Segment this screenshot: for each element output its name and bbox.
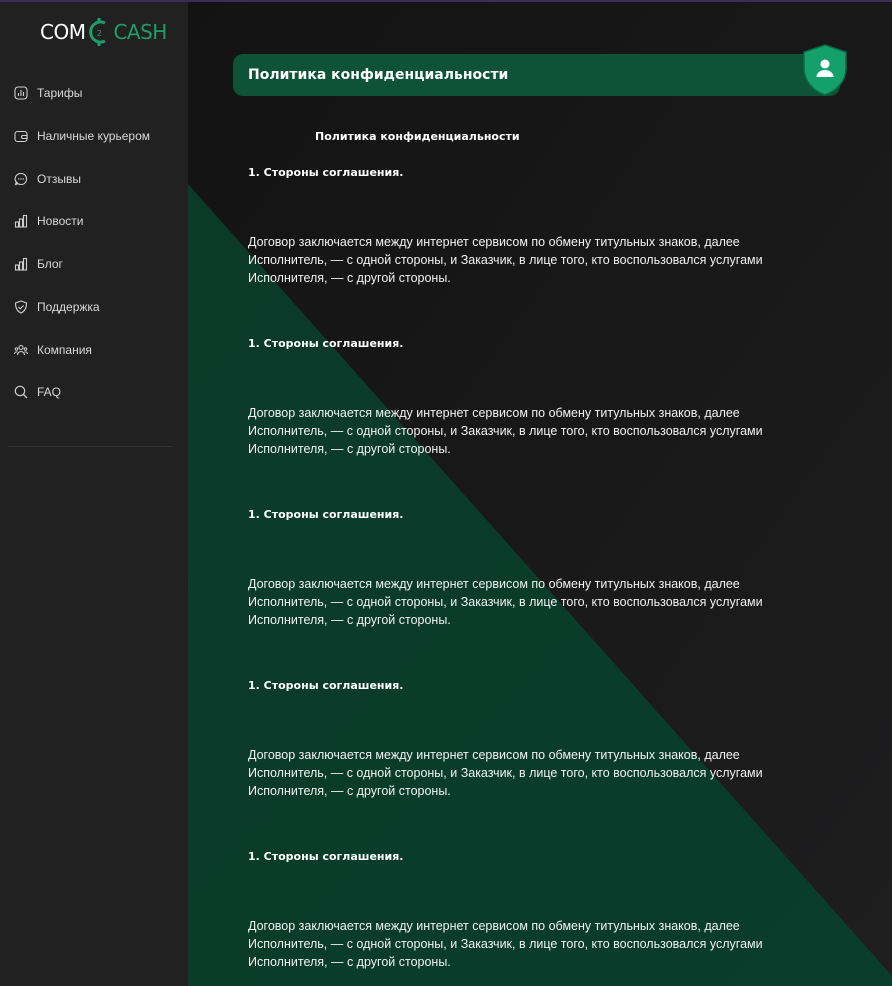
page-title-bar: Политика конфиденциальности — [233, 54, 840, 96]
sidebar-item-label: Блог — [37, 257, 63, 271]
logo-coin-icon: 2 — [89, 18, 107, 46]
sidebar-item-tariffs[interactable]: Тарифы — [14, 82, 179, 104]
sidebar-item-label: Компания — [37, 343, 92, 357]
sidebar-item-label: FAQ — [37, 385, 62, 399]
sidebar-item-label: Тарифы — [37, 86, 83, 100]
sidebar-item-news[interactable]: Новости — [14, 210, 179, 232]
section-paragraph: Договор заключается между интернет серви… — [248, 577, 763, 627]
section-heading: 1. Стороны соглашения. — [248, 508, 404, 521]
document-title: Политика конфиденциальности — [315, 130, 520, 143]
section-heading: 1. Стороны соглашения. — [248, 337, 404, 350]
sidebar: COM 2 CASH Тарифы Наличные курьером Отзы… — [0, 2, 188, 986]
sidebar-item-company[interactable]: Компания — [14, 339, 179, 361]
section-heading: 1. Стороны соглашения. — [248, 679, 404, 692]
section-paragraph: Договор заключается между интернет серви… — [248, 235, 763, 285]
search-icon — [14, 385, 28, 399]
bar-chart-icon — [14, 214, 28, 228]
sidebar-item-faq[interactable]: FAQ — [14, 381, 179, 403]
sidebar-item-label: Поддержка — [37, 300, 100, 314]
logo-mark: 2 — [97, 29, 102, 38]
shield-check-icon — [14, 300, 28, 314]
sidebar-divider — [8, 446, 172, 447]
sidebar-item-courier-cash[interactable]: Наличные курьером — [14, 125, 179, 147]
user-shield-icon — [803, 44, 847, 96]
wallet-icon — [14, 130, 28, 143]
chat-icon — [14, 172, 28, 186]
section-paragraph: Договор заключается между интернет серви… — [248, 406, 763, 456]
section-heading: 1. Стороны соглашения. — [248, 850, 404, 863]
users-icon — [14, 344, 28, 356]
section-heading: 1. Стороны соглашения. — [248, 166, 404, 179]
sidebar-item-label: Наличные курьером — [37, 129, 151, 143]
sidebar-item-label: Отзывы — [37, 172, 81, 186]
sidebar-item-support[interactable]: Поддержка — [14, 296, 179, 318]
main-content — [188, 2, 892, 986]
chart-icon — [14, 86, 28, 100]
sidebar-item-blog[interactable]: Блог — [14, 253, 179, 275]
background-diagonal — [188, 2, 892, 986]
logo-part-com: COM — [40, 20, 86, 44]
logo[interactable]: COM 2 CASH — [40, 16, 167, 48]
sidebar-item-label: Новости — [37, 214, 84, 228]
sidebar-item-reviews[interactable]: Отзывы — [14, 168, 179, 190]
page-title: Политика конфиденциальности — [248, 67, 509, 83]
bar-chart-icon — [14, 257, 28, 271]
logo-part-cash: CASH — [113, 20, 167, 44]
section-paragraph: Договор заключается между интернет серви… — [248, 919, 763, 969]
section-paragraph: Договор заключается между интернет серви… — [248, 748, 763, 798]
